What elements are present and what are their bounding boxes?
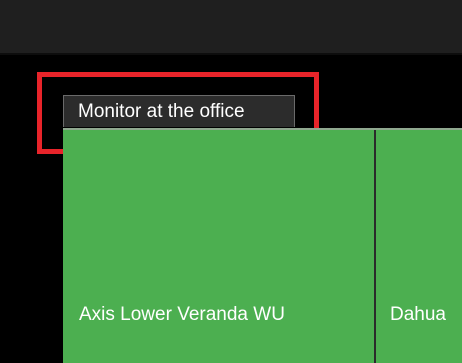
toolbar-divider <box>0 53 462 55</box>
app-window: Monitor at the office Axis Lower Veranda… <box>0 0 462 363</box>
monitor-tab[interactable]: Monitor at the office <box>63 95 295 127</box>
camera-label: Axis Lower Veranda WU <box>79 304 285 325</box>
camera-tile-axis-lower-veranda[interactable]: Axis Lower Veranda WU <box>63 130 374 363</box>
camera-tile-dahua[interactable]: Dahua <box>376 130 462 363</box>
camera-label: Dahua <box>390 304 446 325</box>
top-toolbar <box>0 0 462 53</box>
